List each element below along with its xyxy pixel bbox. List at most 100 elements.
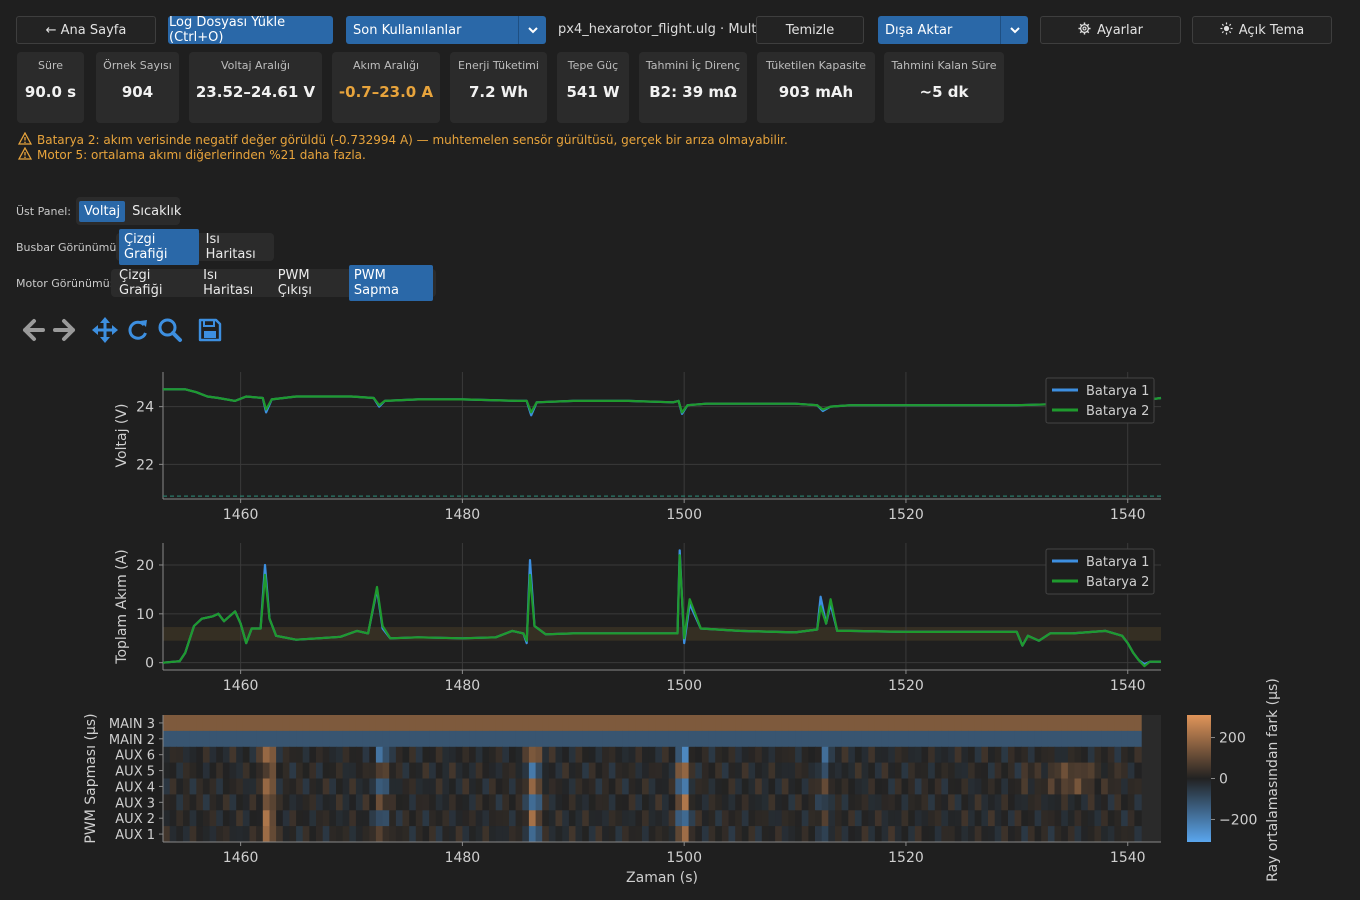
heatmap-cell [542,715,550,732]
heatmap-cell [1134,794,1142,811]
heatmap-cell [894,826,903,843]
heatmap-cell [934,794,943,811]
y-axis-label: Toplam Akım (A) [114,549,130,664]
heatmap-cell [635,730,643,748]
reset-icon[interactable] [127,317,149,347]
forward-arrow-icon[interactable] [52,317,76,347]
heatmap-cell [1074,826,1082,843]
motor-option-line-chart[interactable]: Çizgi Grafiği [114,265,196,301]
heatmap-cell [256,715,264,732]
heatmap-cell [854,794,863,811]
heatmap-cell [462,826,470,843]
export-dropdown[interactable]: Dışa Aktar [878,16,1028,44]
heatmap-cell [349,715,357,732]
motor-option-heatmap[interactable]: Isı Haritası [198,265,271,301]
heatmap-cell [355,826,364,843]
back-arrow-icon[interactable] [22,317,46,347]
heatmap-cell [901,794,909,811]
heatmap-cell [369,730,377,748]
home-button[interactable]: ← Ana Sayfa [16,16,156,44]
heatmap-cell [548,778,557,795]
heatmap-cell [489,778,497,795]
heatmap-cell [1067,746,1076,764]
heatmap-cell [409,826,417,843]
heatmap-cell [355,746,364,764]
heatmap-cell [202,762,211,779]
heatmap-cell [575,715,583,732]
heatmap-cell [422,826,430,843]
heatmap-cell [435,794,444,811]
heatmap-cell [721,762,730,779]
top-panel-option-voltage[interactable]: Voltaj [79,200,126,222]
busbar-option-heatmap[interactable]: Isı Haritası [201,229,271,265]
heatmap-cell [176,762,184,779]
heatmap-cell [309,715,317,732]
heatmap-cell [761,778,770,795]
motor-option-pwm-output[interactable]: PWM Çıkışı [273,265,347,301]
heatmap-cell [888,762,896,779]
heatmap-cell [1087,730,1096,748]
heatmap-cell [1114,715,1122,732]
top-panel-option-temperature[interactable]: Sıcaklık [127,201,186,222]
heatmap-cell [1121,730,1129,748]
heatmap-cell [276,746,284,764]
heatmap-cell [968,715,976,732]
heatmap-cell [276,715,284,732]
heatmap-row-label: AUX 3 [115,796,155,811]
voltage-plot [159,372,1162,503]
pan-icon[interactable] [92,317,118,347]
stat-value: ~5 dk [919,83,969,101]
busbar-option-line-chart[interactable]: Çizgi Grafiği [119,229,199,265]
zoom-icon[interactable] [157,317,183,347]
heatmap-cell [196,826,204,843]
heatmap-cell [795,762,803,779]
heatmap-cell [828,746,836,764]
warning-icon [17,146,33,163]
heatmap-cell [509,746,517,764]
heatmap-cell [595,746,603,764]
heatmap-cell [535,794,543,811]
heatmap-cell [495,715,503,732]
heatmap-cell [695,778,703,795]
heatmap-cell [914,730,923,748]
heatmap-cell [349,730,357,748]
heatmap-cell [628,794,636,811]
heatmap-cell [1047,730,1056,748]
heatmap-cell [988,746,996,764]
heatmap-cell [229,826,237,843]
heatmap-cell [355,762,364,779]
heatmap-cell [555,778,563,795]
heatmap-cell [854,715,863,732]
heatmap-cell [954,778,962,795]
heatmap-cell [342,715,350,732]
clear-button[interactable]: Temizle [756,16,864,44]
heatmap-cell [1041,778,1049,795]
motor-option-pwm-deviation[interactable]: PWM Sapma [348,265,433,301]
heatmap-cell [588,778,597,795]
theme-toggle-button[interactable]: Açık Tema [1192,16,1332,44]
legend-label: Batarya 2 [1086,404,1149,419]
heatmap-cell [296,746,304,764]
heatmap-cell [309,746,317,764]
settings-button[interactable]: Ayarlar [1040,16,1181,44]
heatmap-cell [841,746,849,764]
load-log-button[interactable]: Log Dosyası Yükle (Ctrl+O) [168,15,333,45]
heatmap-cell [994,794,1002,811]
heatmap-cell [801,715,809,732]
heatmap-cell [1074,715,1082,732]
heatmap-cell [1107,762,1116,779]
heatmap-cell [249,730,257,748]
heatmap-cell [801,746,809,764]
telemetry-plots[interactable]: 1460 1480 1500 1520 1540 22 24 Voltaj (V) Batary… [0,360,1360,890]
heatmap-cell [1074,746,1082,764]
heatmap-cell [595,715,603,732]
heatmap-cell [355,715,364,732]
heatmap-cell [202,746,211,764]
heatmap-cell [169,730,177,748]
heatmap-cell [309,730,317,748]
heatmap-cell [682,746,690,764]
save-icon[interactable] [198,317,222,347]
recent-files-dropdown[interactable]: Son Kullanılanlar [346,16,546,44]
heatmap-cell [914,746,923,764]
heatmap-cell [921,762,929,779]
